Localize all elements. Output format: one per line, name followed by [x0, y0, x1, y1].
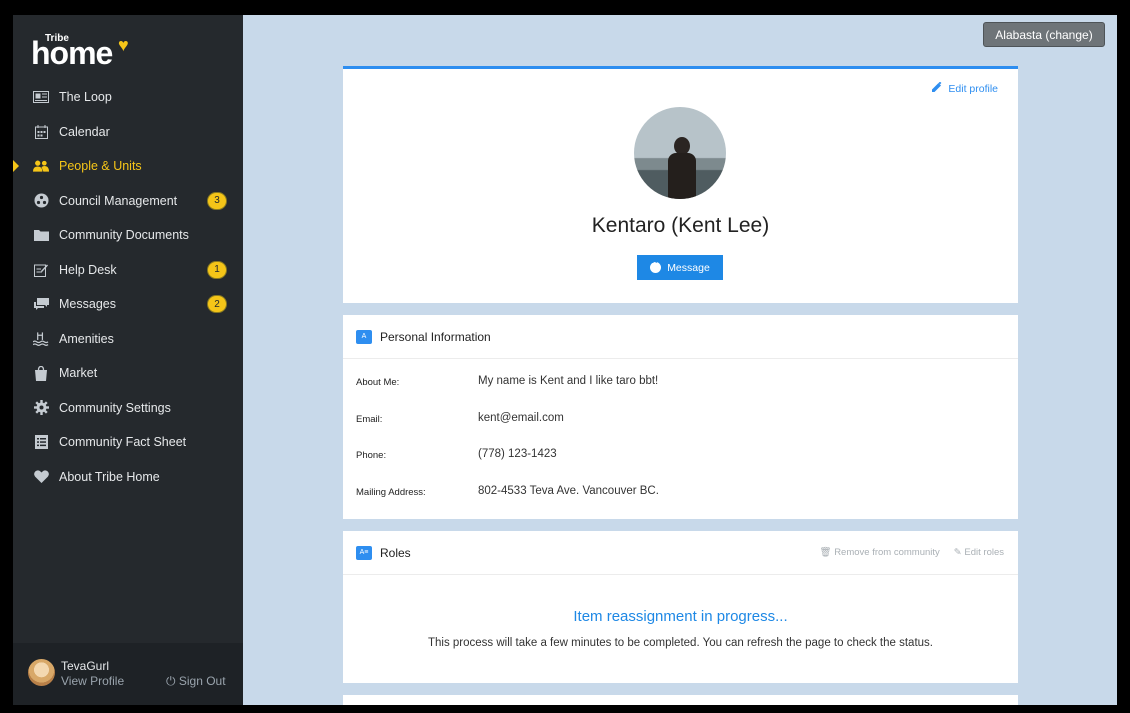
- sidebar-item-label: Community Fact Sheet: [59, 435, 187, 450]
- newspaper-icon: [33, 89, 49, 105]
- edit-profile-link[interactable]: Edit profile: [932, 81, 998, 95]
- sidebar: Tribe home ♥ The Loop Calendar People & …: [13, 15, 243, 705]
- active-pointer-icon: [13, 160, 19, 172]
- chat-bubble-icon: [650, 257, 662, 273]
- folder-icon: [33, 227, 49, 243]
- sign-out-label: Sign Out: [178, 674, 226, 688]
- profile-avatar: [634, 107, 726, 199]
- edit-roles-button[interactable]: ✎ Edit roles: [954, 547, 1004, 558]
- change-community-button[interactable]: Alabasta (change): [983, 22, 1105, 47]
- section-title: Personal Information: [380, 329, 491, 344]
- message-button[interactable]: Message: [637, 255, 723, 280]
- info-value: 802-4533 Teva Ave. Vancouver BC.: [478, 484, 659, 497]
- info-label: Phone:: [356, 450, 387, 461]
- sidebar-item-label: Community Settings: [59, 400, 171, 415]
- roles-actions: 🗑 Remove from community ✎ Edit roles: [819, 547, 1004, 558]
- info-row: About Me: My name is Kent and I like tar…: [343, 359, 1018, 396]
- view-profile-link[interactable]: View Profile: [61, 674, 124, 688]
- info-value: kent@email.com: [478, 411, 564, 424]
- sidebar-item-the-loop[interactable]: The Loop: [13, 80, 243, 115]
- shopping-bag-icon: [33, 365, 49, 381]
- sidebar-item-calendar[interactable]: Calendar: [13, 115, 243, 150]
- sidebar-item-label: The Loop: [59, 90, 112, 105]
- logo-large-text: home: [31, 35, 113, 71]
- main-content: Alabasta (change) Edit profile Kentaro (…: [243, 15, 1117, 705]
- sidebar-item-about-tribe-home[interactable]: About Tribe Home: [13, 460, 243, 495]
- section-title: Roles: [380, 545, 411, 560]
- personal-information-card: A Personal Information About Me: My name…: [343, 315, 1018, 519]
- calendar-icon: [33, 124, 49, 140]
- info-row: Mailing Address: 802-4533 Teva Ave. Vanc…: [343, 469, 1018, 506]
- reassignment-status-title: Item reassignment in progress...: [573, 608, 788, 625]
- pencil-icon: [932, 81, 942, 95]
- helpdesk-icon: [33, 262, 49, 278]
- notification-badge: 1: [207, 260, 227, 279]
- pool-icon: [33, 331, 49, 347]
- roles-card: A≡ Roles 🗑 Remove from community ✎ Edit …: [343, 531, 1018, 683]
- sidebar-item-label: Messages: [59, 297, 116, 312]
- sidebar-nav: The Loop Calendar People & Units Council…: [13, 80, 243, 494]
- gear-icon: [33, 400, 49, 416]
- sidebar-item-people-units[interactable]: People & Units: [13, 149, 243, 184]
- info-row: Email: kent@email.com: [343, 396, 1018, 433]
- username: TevaGurl: [61, 659, 110, 673]
- edit-profile-label: Edit profile: [948, 82, 998, 95]
- heart-icon: [33, 469, 49, 485]
- info-label: Mailing Address:: [356, 486, 426, 498]
- message-button-label: Message: [667, 261, 710, 274]
- notification-badge: 3: [207, 191, 227, 210]
- reassignment-status-text: This process will take a few minutes to …: [427, 637, 933, 649]
- logo-heart-icon: ♥: [118, 35, 129, 55]
- remove-from-community-button[interactable]: 🗑 Remove from community: [819, 547, 939, 558]
- personal-information-header: A Personal Information: [343, 315, 1018, 359]
- sidebar-item-label: Community Documents: [59, 228, 189, 243]
- user-profile-box: TevaGurl View Profile ⏻ Sign Out: [13, 643, 243, 705]
- id-card-icon: A: [356, 329, 372, 344]
- info-label: Email:: [356, 413, 383, 425]
- pencil-icon: ✎: [953, 547, 962, 558]
- info-row: Phone: (778) 123-1423: [343, 432, 1018, 469]
- people-icon: [33, 158, 49, 174]
- messages-icon: [33, 296, 49, 312]
- trash-icon: 🗑: [819, 547, 832, 558]
- sidebar-item-label: Council Management: [59, 193, 178, 208]
- sidebar-item-help-desk[interactable]: Help Desk 1: [13, 253, 243, 288]
- sidebar-item-community-fact-sheet[interactable]: Community Fact Sheet: [13, 425, 243, 460]
- sidebar-item-community-documents[interactable]: Community Documents: [13, 218, 243, 253]
- sidebar-item-community-settings[interactable]: Community Settings: [13, 391, 243, 426]
- sidebar-item-council-management[interactable]: Council Management 3: [13, 184, 243, 219]
- info-value: My name is Kent and I like taro bbt!: [478, 375, 659, 387]
- sidebar-item-label: About Tribe Home: [59, 469, 160, 484]
- fact-sheet-icon: [33, 434, 49, 450]
- sidebar-item-label: People & Units: [59, 159, 142, 174]
- council-icon: [33, 193, 49, 209]
- sidebar-item-amenities[interactable]: Amenities: [13, 322, 243, 357]
- sidebar-item-label: Market: [59, 366, 98, 381]
- sidebar-item-label: Calendar: [59, 124, 110, 139]
- sidebar-item-market[interactable]: Market: [13, 356, 243, 391]
- profile-card: Edit profile Kentaro (Kent Lee) Message: [343, 66, 1018, 303]
- next-card: [343, 695, 1018, 705]
- profile-name: Kentaro (Kent Lee): [591, 214, 770, 237]
- remove-from-community-label: Remove from community: [834, 547, 940, 558]
- power-icon: ⏻: [166, 674, 176, 688]
- sign-out-link[interactable]: ⏻ Sign Out: [166, 674, 226, 689]
- sidebar-item-label: Amenities: [59, 331, 114, 346]
- avatar[interactable]: [28, 659, 55, 686]
- edit-roles-label: Edit roles: [964, 547, 1004, 558]
- roles-icon: A≡: [356, 545, 372, 560]
- notification-badge: 2: [207, 295, 227, 314]
- sidebar-item-messages[interactable]: Messages 2: [13, 287, 243, 322]
- avatar-person-figure: [668, 137, 696, 199]
- info-value: (778) 123-1423: [478, 448, 557, 460]
- sidebar-item-label: Help Desk: [59, 262, 117, 277]
- info-label: About Me:: [356, 377, 400, 388]
